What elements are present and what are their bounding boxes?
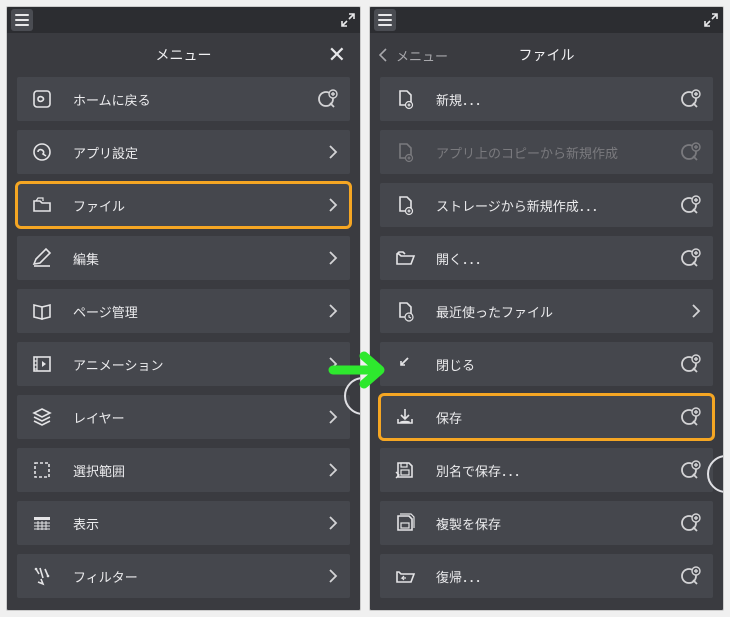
- menu-item-save-as[interactable]: 別名で保存．．．: [380, 448, 713, 492]
- menu-item-view[interactable]: 表示: [17, 501, 350, 545]
- menu-list-left: ホームに戻るアプリ設定ファイル編集ページ管理アニメーションレイヤー選択範囲表示フ…: [7, 77, 360, 610]
- topbar-left: [7, 7, 360, 33]
- view-icon: [29, 510, 55, 536]
- file-icon: [29, 192, 55, 218]
- menu-item-label: フィルター: [73, 567, 328, 586]
- close-icon[interactable]: ✕: [328, 42, 346, 68]
- open-icon: [392, 245, 418, 271]
- menu-panel-left: メニュー ✕ ホームに戻るアプリ設定ファイル編集ページ管理アニメーションレイヤー…: [6, 6, 361, 611]
- menu-item-layer[interactable]: レイヤー: [17, 395, 350, 439]
- menu-item-label: 最近使ったファイル: [436, 302, 691, 321]
- menu-item-file[interactable]: ファイル: [17, 183, 350, 227]
- menu-item-new-from-storage[interactable]: ストレージから新規作成．．．: [380, 183, 713, 227]
- anim-icon: [29, 351, 55, 377]
- menu-item-label: 複製を保存: [436, 514, 679, 533]
- save-icon: [392, 404, 418, 430]
- chevron-right-icon: [328, 569, 338, 583]
- menu-item-label: レイヤー: [73, 408, 328, 427]
- menu-item-label: ページ管理: [73, 302, 328, 321]
- menu-item-label: 表示: [73, 514, 328, 533]
- hamburger-icon[interactable]: [374, 9, 396, 31]
- add-to-toolbar-icon: [679, 141, 701, 163]
- menu-title: メニュー: [19, 45, 348, 65]
- menu-item-edit[interactable]: 編集: [17, 236, 350, 280]
- add-to-toolbar-icon: [679, 353, 701, 375]
- chevron-right-icon: [328, 410, 338, 424]
- edit-icon: [29, 245, 55, 271]
- add-to-toolbar-icon: [679, 459, 701, 481]
- close-icon: [392, 351, 418, 377]
- transition-arrow-icon: [328, 350, 388, 390]
- menu-item-close[interactable]: 閉じる: [380, 342, 713, 386]
- menu-panel-right: メニュー ファイル 新規．．． アプリ上のコピーから新規作成ストレージから新規作成…: [369, 6, 724, 611]
- expand-icon[interactable]: [703, 12, 719, 28]
- menu-item-new-from-copy: アプリ上のコピーから新規作成: [380, 130, 713, 174]
- menu-item-label: 新規．．．: [436, 90, 679, 109]
- menu-item-label: ホームに戻る: [73, 90, 316, 109]
- select-icon: [29, 457, 55, 483]
- chevron-right-icon: [328, 304, 338, 318]
- menu-list-right: 新規．．． アプリ上のコピーから新規作成ストレージから新規作成．．． 開く．．． 最近…: [370, 77, 723, 610]
- menu-item-label: ストレージから新規作成．．．: [436, 196, 679, 215]
- menu-item-filter[interactable]: フィルター: [17, 554, 350, 598]
- menu-item-home[interactable]: ホームに戻る: [17, 77, 350, 121]
- newfile-icon: [392, 86, 418, 112]
- menu-item-label: 保存: [436, 408, 679, 427]
- saveas-icon: [392, 457, 418, 483]
- menu-item-label: ファイル: [73, 196, 328, 215]
- newcopy-icon: [392, 139, 418, 165]
- menu-item-label: 開く．．．: [436, 249, 679, 268]
- menu-item-open[interactable]: 開く．．．: [380, 236, 713, 280]
- menu-item-label: 選択範囲: [73, 461, 328, 480]
- add-to-toolbar-icon: [679, 247, 701, 269]
- add-to-toolbar-icon: [679, 512, 701, 534]
- menu-item-label: 閉じる: [436, 355, 679, 374]
- menu-item-save-duplicate[interactable]: 複製を保存: [380, 501, 713, 545]
- chevron-right-icon: [328, 145, 338, 159]
- menu-header-right: メニュー ファイル: [370, 33, 723, 77]
- menu-item-new[interactable]: 新規．．．: [380, 77, 713, 121]
- chevron-left-icon: [378, 48, 388, 62]
- expand-icon[interactable]: [340, 12, 356, 28]
- savedup-icon: [392, 510, 418, 536]
- newstorage-icon: [392, 192, 418, 218]
- recent-icon: [392, 298, 418, 324]
- chevron-right-icon: [328, 251, 338, 265]
- hamburger-icon[interactable]: [11, 9, 33, 31]
- pages-icon: [29, 298, 55, 324]
- menu-item-save[interactable]: 保存: [380, 395, 713, 439]
- filter-icon: [29, 563, 55, 589]
- chevron-right-icon: [328, 463, 338, 477]
- menu-item-revert[interactable]: 復帰．．．: [380, 554, 713, 598]
- add-to-toolbar-icon: [679, 565, 701, 587]
- menu-item-label: アプリ設定: [73, 143, 328, 162]
- menu-item-label: 復帰．．．: [436, 567, 679, 586]
- menu-item-label: アニメーション: [73, 355, 328, 374]
- back-button[interactable]: メニュー: [378, 46, 448, 65]
- menu-item-animation[interactable]: アニメーション: [17, 342, 350, 386]
- menu-item-label: 編集: [73, 249, 328, 268]
- chevron-right-icon: [328, 516, 338, 530]
- menu-item-recent-files[interactable]: 最近使ったファイル: [380, 289, 713, 333]
- settings-icon: [29, 139, 55, 165]
- menu-item-label: アプリ上のコピーから新規作成: [436, 143, 679, 162]
- menu-item-label: 別名で保存．．．: [436, 461, 679, 480]
- menu-item-page-management[interactable]: ページ管理: [17, 289, 350, 333]
- layer-icon: [29, 404, 55, 430]
- menu-header-left: メニュー ✕: [7, 33, 360, 77]
- add-to-toolbar-icon: [679, 88, 701, 110]
- chevron-right-icon: [691, 304, 701, 318]
- revert-icon: [392, 563, 418, 589]
- add-to-toolbar-icon: [679, 406, 701, 428]
- add-to-toolbar-icon: [316, 88, 338, 110]
- back-label: メニュー: [396, 46, 448, 65]
- home-icon: [29, 86, 55, 112]
- topbar-right: [370, 7, 723, 33]
- menu-item-app-settings[interactable]: アプリ設定: [17, 130, 350, 174]
- add-to-toolbar-icon: [679, 194, 701, 216]
- menu-item-selection[interactable]: 選択範囲: [17, 448, 350, 492]
- chevron-right-icon: [328, 198, 338, 212]
